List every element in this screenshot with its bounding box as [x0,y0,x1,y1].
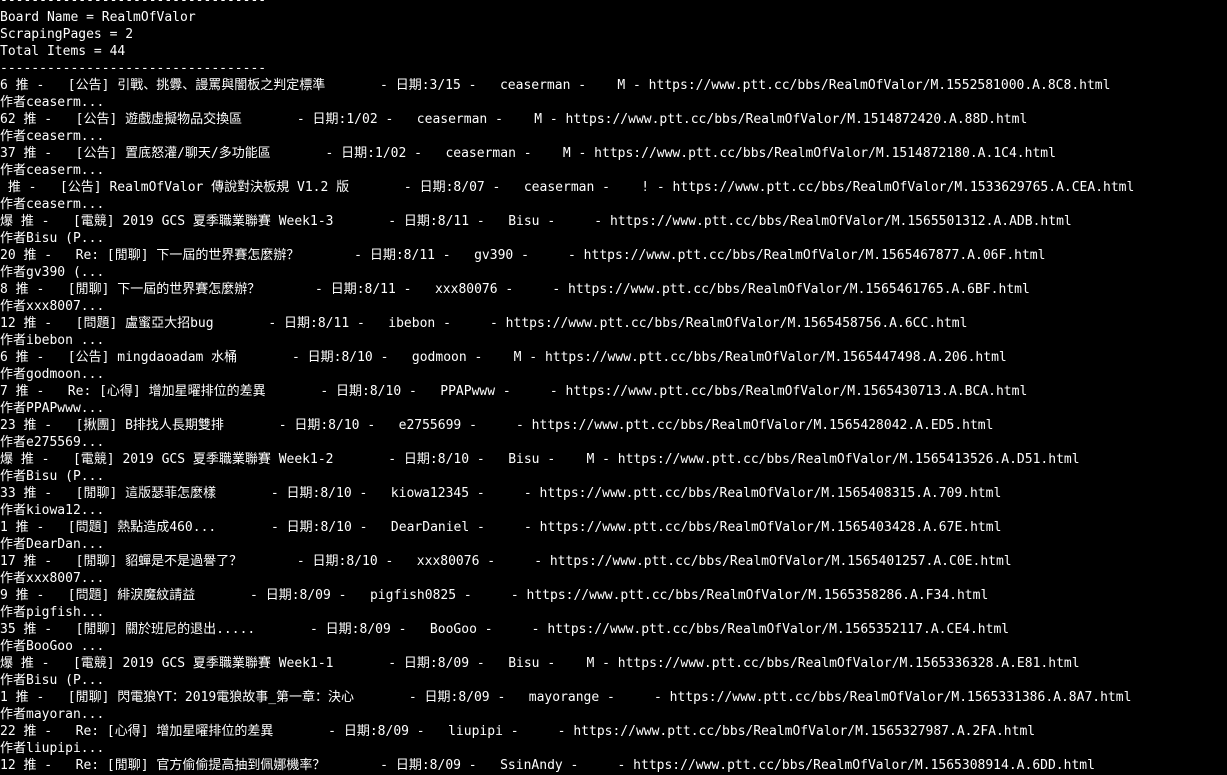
author-line: 作者ibebon ... [0,333,105,348]
author-line: 作者Bisu (P... [0,231,105,246]
post-line: 推 - [公告] RealmOfValor 傳說對決板規 V1.2 版 - 日期… [0,180,1135,195]
board-name-line: Board Name = RealmOfValor [0,10,196,25]
post-line: 6 推 - [公告] 引戰、挑釁、謾罵與闇板之判定標準 - 日期:3/15 - … [0,78,1111,93]
post-line: 12 推 - Re: [閒聊] 官方偷偷提高抽到佩娜機率？ - 日期:8/09 … [0,758,1095,773]
separator-line: ---------------------------------- [0,61,267,76]
author-line: 作者ceaserm... [0,163,105,178]
post-line: 7 推 - Re: [心得] 增加星曜排位的差異 - 日期:8/10 - PPA… [0,384,1028,399]
scraping-pages-line: ScrapingPages = 2 [0,27,134,42]
post-line: 9 推 - [問題] 緋淚魔紋請益 - 日期:8/09 - pigfish082… [0,588,989,603]
post-line: 爆 推 - [電競] 2019 GCS 夏季職業聯賽 Week1-1 - 日期:… [0,656,1080,671]
post-line: 33 推 - [閒聊] 這版瑟菲怎麼樣 - 日期:8/10 - kiowa123… [0,486,1002,501]
author-line: 作者liupipi... [0,741,105,756]
separator-line: ---------------------------------- [0,0,267,8]
author-line: 作者kiowa12... [0,503,105,518]
post-line: 37 推 - [公告] 置底怒灌/聊天/多功能區 - 日期:1/02 - cea… [0,146,1056,161]
author-line: 作者DearDan... [0,537,105,552]
post-line: 12 推 - [問題] 盧蜜亞大招bug - 日期:8/11 - ibebon … [0,316,968,331]
post-line: 6 推 - [公告] mingdaoadam 水桶 - 日期:8/10 - go… [0,350,1007,365]
author-line: 作者mayoran... [0,707,105,722]
author-line: 作者ceaserm... [0,129,105,144]
post-line: 22 推 - Re: [心得] 增加星曜排位的差異 - 日期:8/09 - li… [0,724,1036,739]
author-line: 作者e275569... [0,435,105,450]
author-line: 作者PPAPwww... [0,401,105,416]
author-line: 作者pigfish... [0,605,105,620]
post-line: 35 推 - [閒聊] 關於班尼的退出..... - 日期:8/09 - Boo… [0,622,1010,637]
post-line: 17 推 - [閒聊] 貂蟬是不是過譽了？ - 日期:8/10 - xxx800… [0,554,1012,569]
author-line: 作者BooGoo ... [0,639,105,654]
post-line: 8 推 - [閒聊] 下一屆的世界賽怎麼辦？ - 日期:8/11 - xxx80… [0,282,1030,297]
author-line: 作者xxx8007... [0,299,105,314]
author-line: 作者ceaserm... [0,197,105,212]
post-line: 20 推 - Re: [閒聊] 下一屆的世界賽怎麼辦？ - 日期:8/11 - … [0,248,1046,263]
post-line: 23 推 - [揪團] B排找人長期雙排 - 日期:8/10 - e275569… [0,418,994,433]
author-line: 作者Bisu (P... [0,469,105,484]
author-line: 作者godmoon... [0,367,105,382]
post-line: 1 推 - [閒聊] 閃電狼YT：2019電狼故事_第一章：決心 - 日期:8/… [0,690,1132,705]
author-line: 作者Bisu (P... [0,673,105,688]
post-line: 爆 推 - [電競] 2019 GCS 夏季職業聯賽 Week1-3 - 日期:… [0,214,1072,229]
author-line: 作者gv390 (... [0,265,105,280]
author-line: 作者ceaserm... [0,95,105,110]
post-line: 爆 推 - [電競] 2019 GCS 夏季職業聯賽 Week1-2 - 日期:… [0,452,1080,467]
post-line: 62 推 - [公告] 遊戲虛擬物品交換區 - 日期:1/02 - ceaser… [0,112,1028,127]
terminal-output[interactable]: ---------------------------------- Board… [0,0,1227,775]
post-line: 1 推 - [問題] 熱點造成460... - 日期:8/10 - DearDa… [0,520,1002,535]
author-line: 作者xxx8007... [0,571,105,586]
total-items-line: Total Items = 44 [0,44,126,59]
